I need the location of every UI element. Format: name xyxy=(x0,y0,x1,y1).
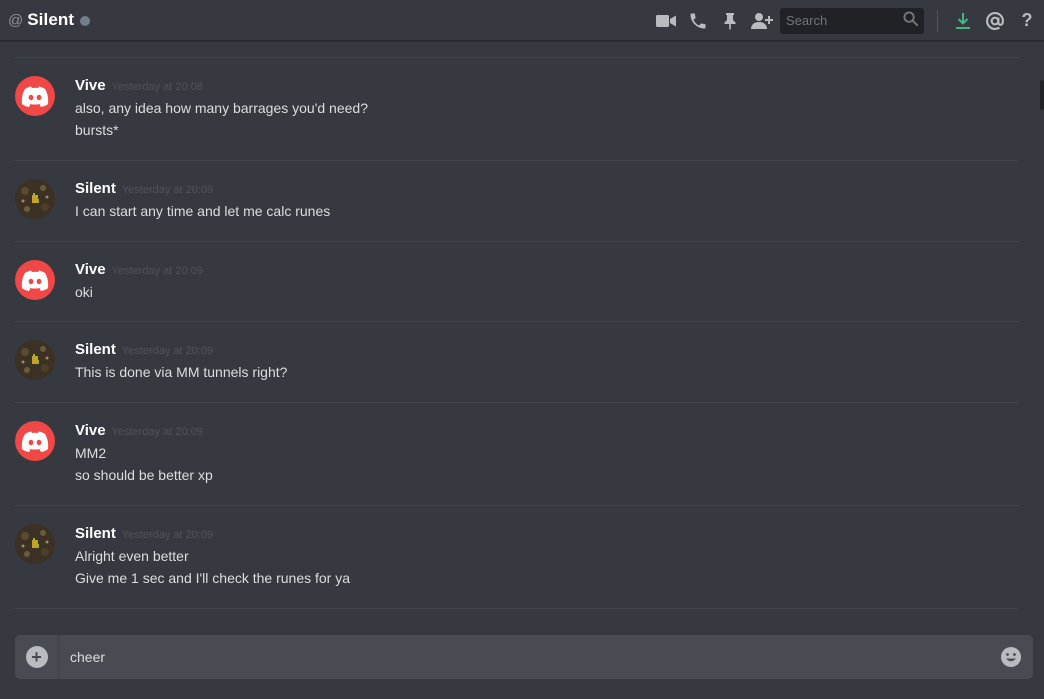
message-header: Silent Yesterday at 20:09 xyxy=(75,180,213,197)
message-header: Vive Yesterday at 20:09 xyxy=(75,261,203,278)
channel-title-group: @ Silent xyxy=(0,0,91,40)
message-header: Silent Yesterday at 20:09 xyxy=(75,341,213,358)
username[interactable]: Vive xyxy=(75,77,106,94)
message-text: This is done via MM tunnels right? xyxy=(75,364,288,380)
add-friend-icon[interactable] xyxy=(749,8,775,34)
discord-logo-icon xyxy=(21,270,49,291)
channel-header: @ Silent Search ? xyxy=(0,0,1044,41)
message-group: Silent Yesterday at 20:09 This is done v… xyxy=(14,322,1019,403)
message-text: also, any idea how many barrages you'd n… xyxy=(75,100,368,116)
discord-logo-icon xyxy=(21,431,49,452)
message-list[interactable]: Vive Yesterday at 20:08 also, any idea h… xyxy=(0,41,1044,614)
username[interactable]: Silent xyxy=(75,180,116,197)
message-group: Vive Yesterday at 20:08 also, any idea h… xyxy=(14,58,1019,161)
username[interactable]: Vive xyxy=(75,261,106,278)
attach-button[interactable]: + xyxy=(15,635,59,679)
toolbar-divider xyxy=(937,9,938,32)
at-icon: @ xyxy=(8,11,24,29)
pin-icon[interactable] xyxy=(717,8,743,34)
search-box[interactable] xyxy=(780,7,924,34)
message-header: Vive Yesterday at 20:09 xyxy=(75,422,203,439)
message-group: Vive Yesterday at 20:09 oki xyxy=(14,242,1019,322)
message-composer: + xyxy=(15,635,1033,679)
timestamp: Yesterday at 20:09 xyxy=(111,265,203,277)
header-toolbar: ? xyxy=(653,0,1044,41)
message-header: Vive Yesterday at 20:08 xyxy=(75,77,203,94)
timestamp: Yesterday at 20:09 xyxy=(121,184,214,196)
avatar[interactable] xyxy=(15,179,55,219)
search-input[interactable] xyxy=(786,13,903,28)
help-label: ? xyxy=(1021,10,1033,30)
avatar[interactable] xyxy=(15,421,55,461)
emoji-button[interactable] xyxy=(989,635,1033,679)
search-icon[interactable] xyxy=(903,10,919,31)
voice-call-icon[interactable] xyxy=(685,8,711,34)
timestamp: Yesterday at 20:09 xyxy=(121,345,214,357)
video-call-icon[interactable] xyxy=(653,8,679,34)
game-avatar-icon xyxy=(15,179,55,219)
avatar[interactable] xyxy=(15,76,55,116)
help-icon[interactable]: ? xyxy=(1014,8,1040,34)
avatar[interactable] xyxy=(15,260,55,300)
message-divider xyxy=(14,608,1019,609)
message-text: so should be better xp xyxy=(75,467,213,483)
timestamp: Yesterday at 20:09 xyxy=(111,426,203,438)
discord-logo-icon xyxy=(21,86,49,107)
message-text: MM2 xyxy=(75,445,107,461)
message-group: Silent Yesterday at 20:09 I can start an… xyxy=(14,161,1019,242)
dm-window: @ Silent Search ? Vive Yesterday at 20:0… xyxy=(0,0,1044,699)
game-avatar-icon xyxy=(15,340,55,380)
message-text: oki xyxy=(75,284,93,300)
message-text: Alright even better xyxy=(75,548,189,564)
avatar[interactable] xyxy=(15,524,55,564)
message-group: Vive Yesterday at 20:09 MM2 so should be… xyxy=(14,403,1019,506)
channel-name[interactable]: Silent xyxy=(27,10,74,30)
timestamp: Yesterday at 20:08 xyxy=(111,81,203,93)
message-group: Silent Yesterday at 20:09 Alright even b… xyxy=(14,506,1019,609)
message-text: I can start any time and let me calc run… xyxy=(75,203,331,219)
message-header: Silent Yesterday at 20:09 xyxy=(75,525,213,542)
smiley-icon xyxy=(1001,647,1021,667)
mentions-icon[interactable] xyxy=(982,8,1008,34)
username[interactable]: Vive xyxy=(75,422,106,439)
username[interactable]: Silent xyxy=(75,341,116,358)
status-indicator xyxy=(80,15,91,26)
message-text: Give me 1 sec and I'll check the runes f… xyxy=(75,570,351,586)
avatar[interactable] xyxy=(15,340,55,380)
message-text: bursts* xyxy=(75,122,119,138)
message-input[interactable] xyxy=(70,647,989,667)
username[interactable]: Silent xyxy=(75,525,116,542)
plus-icon: + xyxy=(25,646,48,668)
game-avatar-icon xyxy=(15,524,55,564)
download-icon[interactable] xyxy=(950,8,976,34)
timestamp: Yesterday at 20:09 xyxy=(121,529,214,541)
scrollbar-thumb[interactable] xyxy=(1040,80,1044,110)
